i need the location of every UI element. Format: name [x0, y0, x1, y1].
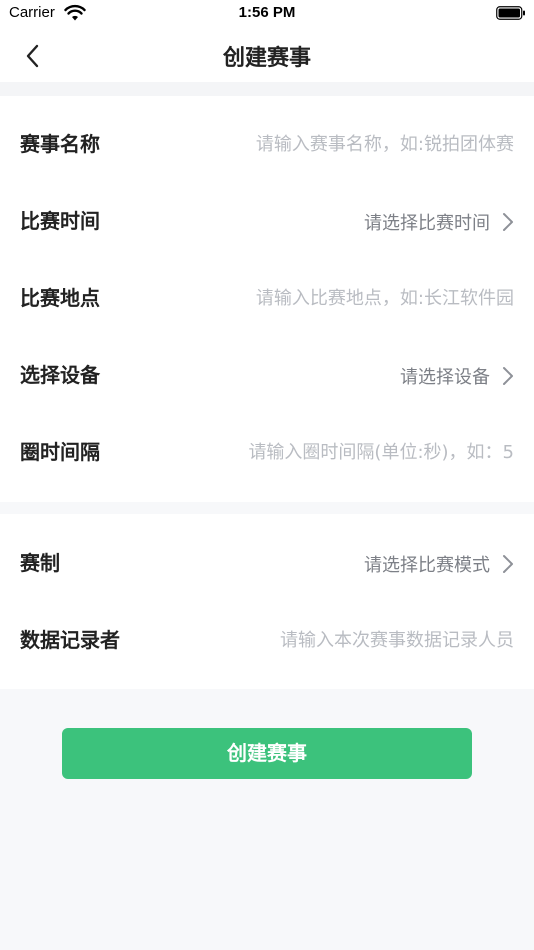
- event-name-input[interactable]: 请输入赛事名称，如:锐拍团体赛: [256, 106, 514, 183]
- format-row[interactable]: 赛制 请选择比赛模式: [0, 525, 534, 602]
- event-info-card: 赛事名称 请输入赛事名称，如:锐拍团体赛 比赛时间 请选择比赛时间 比赛地点 请…: [0, 96, 534, 502]
- format-card: 赛制 请选择比赛模式 数据记录者 请输入本次赛事数据记录人员: [0, 514, 534, 689]
- lap-interval-label: 圈时间隔: [20, 440, 100, 464]
- page-title: 创建赛事: [222, 46, 311, 71]
- lap-interval-input[interactable]: 请输入圈时间隔(单位:秒)，如：5: [248, 414, 514, 491]
- match-time-row[interactable]: 比赛时间 请选择比赛时间: [0, 183, 534, 260]
- match-time-label: 比赛时间: [20, 209, 100, 233]
- device-label: 选择设备: [20, 363, 100, 387]
- match-location-label: 比赛地点: [20, 286, 100, 310]
- format-value: 请选择比赛模式: [364, 554, 490, 576]
- lap-interval-row: 圈时间隔 请输入圈时间隔(单位:秒)，如：5: [0, 414, 534, 491]
- chevron-right-icon: [503, 366, 513, 385]
- section-divider: [0, 82, 534, 96]
- match-time-value: 请选择比赛时间: [364, 212, 490, 234]
- format-select[interactable]: 请选择比赛模式: [364, 525, 514, 602]
- recorder-input[interactable]: 请输入本次赛事数据记录人员: [280, 602, 514, 679]
- status-time: 1:56 PM: [238, 4, 296, 21]
- chevron-right-icon: [503, 554, 513, 573]
- event-name-row: 赛事名称 请输入赛事名称，如:锐拍团体赛: [0, 106, 534, 183]
- create-event-button[interactable]: 创建赛事: [62, 728, 472, 779]
- navigation-bar: 创建赛事: [0, 28, 534, 82]
- recorder-label: 数据记录者: [20, 628, 120, 652]
- battery-icon: [496, 6, 525, 20]
- recorder-row: 数据记录者 请输入本次赛事数据记录人员: [0, 602, 534, 679]
- match-location-row: 比赛地点 请输入比赛地点，如:长江软件园: [0, 260, 534, 337]
- device-row[interactable]: 选择设备 请选择设备: [0, 337, 534, 414]
- device-value: 请选择设备: [400, 366, 490, 388]
- format-label: 赛制: [20, 551, 60, 575]
- match-time-select[interactable]: 请选择比赛时间: [364, 183, 514, 260]
- chevron-right-icon: [503, 212, 513, 231]
- status-bar: Carrier 1:56 PM: [0, 0, 534, 28]
- event-name-label: 赛事名称: [20, 132, 100, 156]
- device-select[interactable]: 请选择设备: [400, 337, 514, 414]
- match-location-input[interactable]: 请输入比赛地点，如:长江软件园: [256, 260, 514, 337]
